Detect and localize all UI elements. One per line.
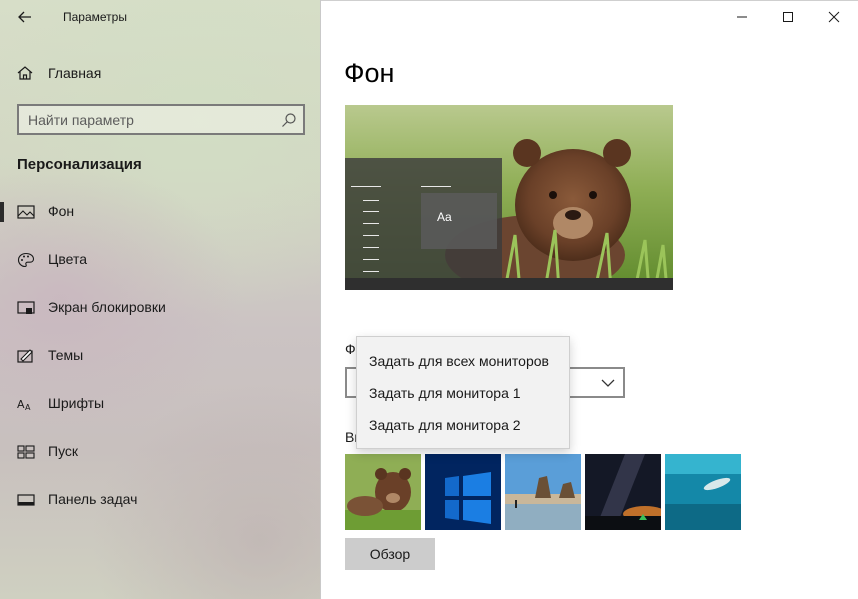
sidebar-item-label: Пуск	[48, 443, 79, 459]
back-button[interactable]	[10, 4, 40, 30]
themes-icon	[17, 349, 33, 363]
close-button[interactable]	[811, 1, 857, 33]
maximize-button[interactable]	[765, 1, 811, 33]
preview-line	[363, 223, 379, 224]
maximize-icon	[783, 12, 793, 22]
preview-line	[363, 259, 379, 260]
home-icon	[17, 66, 33, 80]
sidebar-item-background[interactable]: Фон	[0, 192, 321, 232]
page-title: Фон	[344, 58, 395, 88]
main-content: Фон Aa Ф Вы Обзор Задать для всех монито…	[321, 0, 858, 599]
lock-screen-icon	[17, 301, 35, 314]
close-icon	[828, 11, 840, 23]
nav-home[interactable]: Главная	[0, 56, 321, 90]
sidebar-item-colors[interactable]: Цвета	[0, 240, 321, 280]
browse-button[interactable]: Обзор	[345, 538, 435, 570]
sidebar-item-label: Экран блокировки	[48, 299, 166, 315]
fonts-icon: A A	[17, 398, 31, 412]
back-arrow-icon	[18, 11, 31, 23]
sidebar-item-label: Темы	[48, 347, 84, 363]
minimize-icon	[737, 16, 747, 18]
chevron-down-icon	[601, 379, 615, 387]
preview-tile	[421, 193, 497, 249]
sidebar-item-themes[interactable]: Темы	[0, 336, 321, 376]
preview-line	[351, 186, 381, 187]
background-preview: Aa	[345, 105, 673, 290]
thumbnail-beach[interactable]	[505, 454, 581, 530]
preview-line	[363, 200, 379, 201]
palette-icon	[17, 252, 35, 268]
search-input[interactable]	[19, 106, 269, 133]
sidebar-item-fonts[interactable]: A A Шрифты	[0, 384, 321, 424]
preview-line	[363, 247, 379, 248]
start-icon	[17, 445, 35, 459]
thumbnail-night-sky[interactable]	[585, 454, 661, 530]
picture-icon	[17, 205, 35, 219]
preview-line	[363, 235, 379, 236]
sidebar-item-lock-screen[interactable]: Экран блокировки	[0, 288, 321, 328]
sidebar: Параметры Главная Персонализация Фон Цве…	[0, 0, 321, 599]
sidebar-item-label: Цвета	[48, 251, 87, 267]
thumbnail-bear-cub[interactable]	[345, 454, 421, 530]
app-title: Параметры	[63, 10, 127, 24]
option-all-monitors[interactable]: Задать для всех мониторов	[357, 345, 569, 377]
nav-home-label: Главная	[48, 65, 102, 81]
background-type-label: Ф	[345, 341, 356, 357]
titlebar-left: Параметры	[0, 0, 321, 34]
taskbar-preview	[345, 278, 673, 290]
preview-line	[363, 211, 379, 212]
sidebar-item-label: Панель задач	[48, 491, 138, 507]
thumbnail-windows-10[interactable]	[425, 454, 501, 530]
search-box[interactable]	[17, 104, 305, 135]
preview-sample-text: Aa	[437, 210, 452, 224]
selected-indicator	[0, 202, 4, 222]
search-icon[interactable]	[281, 112, 297, 128]
sidebar-item-label: Фон	[48, 203, 75, 219]
option-monitor-2[interactable]: Задать для монитора 2	[357, 409, 569, 441]
sidebar-item-label: Шрифты	[48, 395, 105, 411]
minimize-button[interactable]	[719, 1, 765, 33]
sidebar-item-start[interactable]: Пуск	[0, 432, 321, 472]
sidebar-item-taskbar[interactable]: Панель задач	[0, 480, 321, 520]
svg-text:A: A	[25, 403, 31, 412]
preview-line	[421, 186, 451, 187]
preview-line	[363, 271, 379, 272]
svg-text:A: A	[17, 398, 25, 411]
section-title: Персонализация	[17, 156, 142, 173]
option-monitor-1[interactable]: Задать для монитора 1	[357, 377, 569, 409]
thumbnail-underwater[interactable]	[665, 454, 741, 530]
taskbar-icon	[17, 494, 35, 506]
monitor-dropdown-menu: Задать для всех мониторов Задать для мон…	[356, 336, 570, 449]
